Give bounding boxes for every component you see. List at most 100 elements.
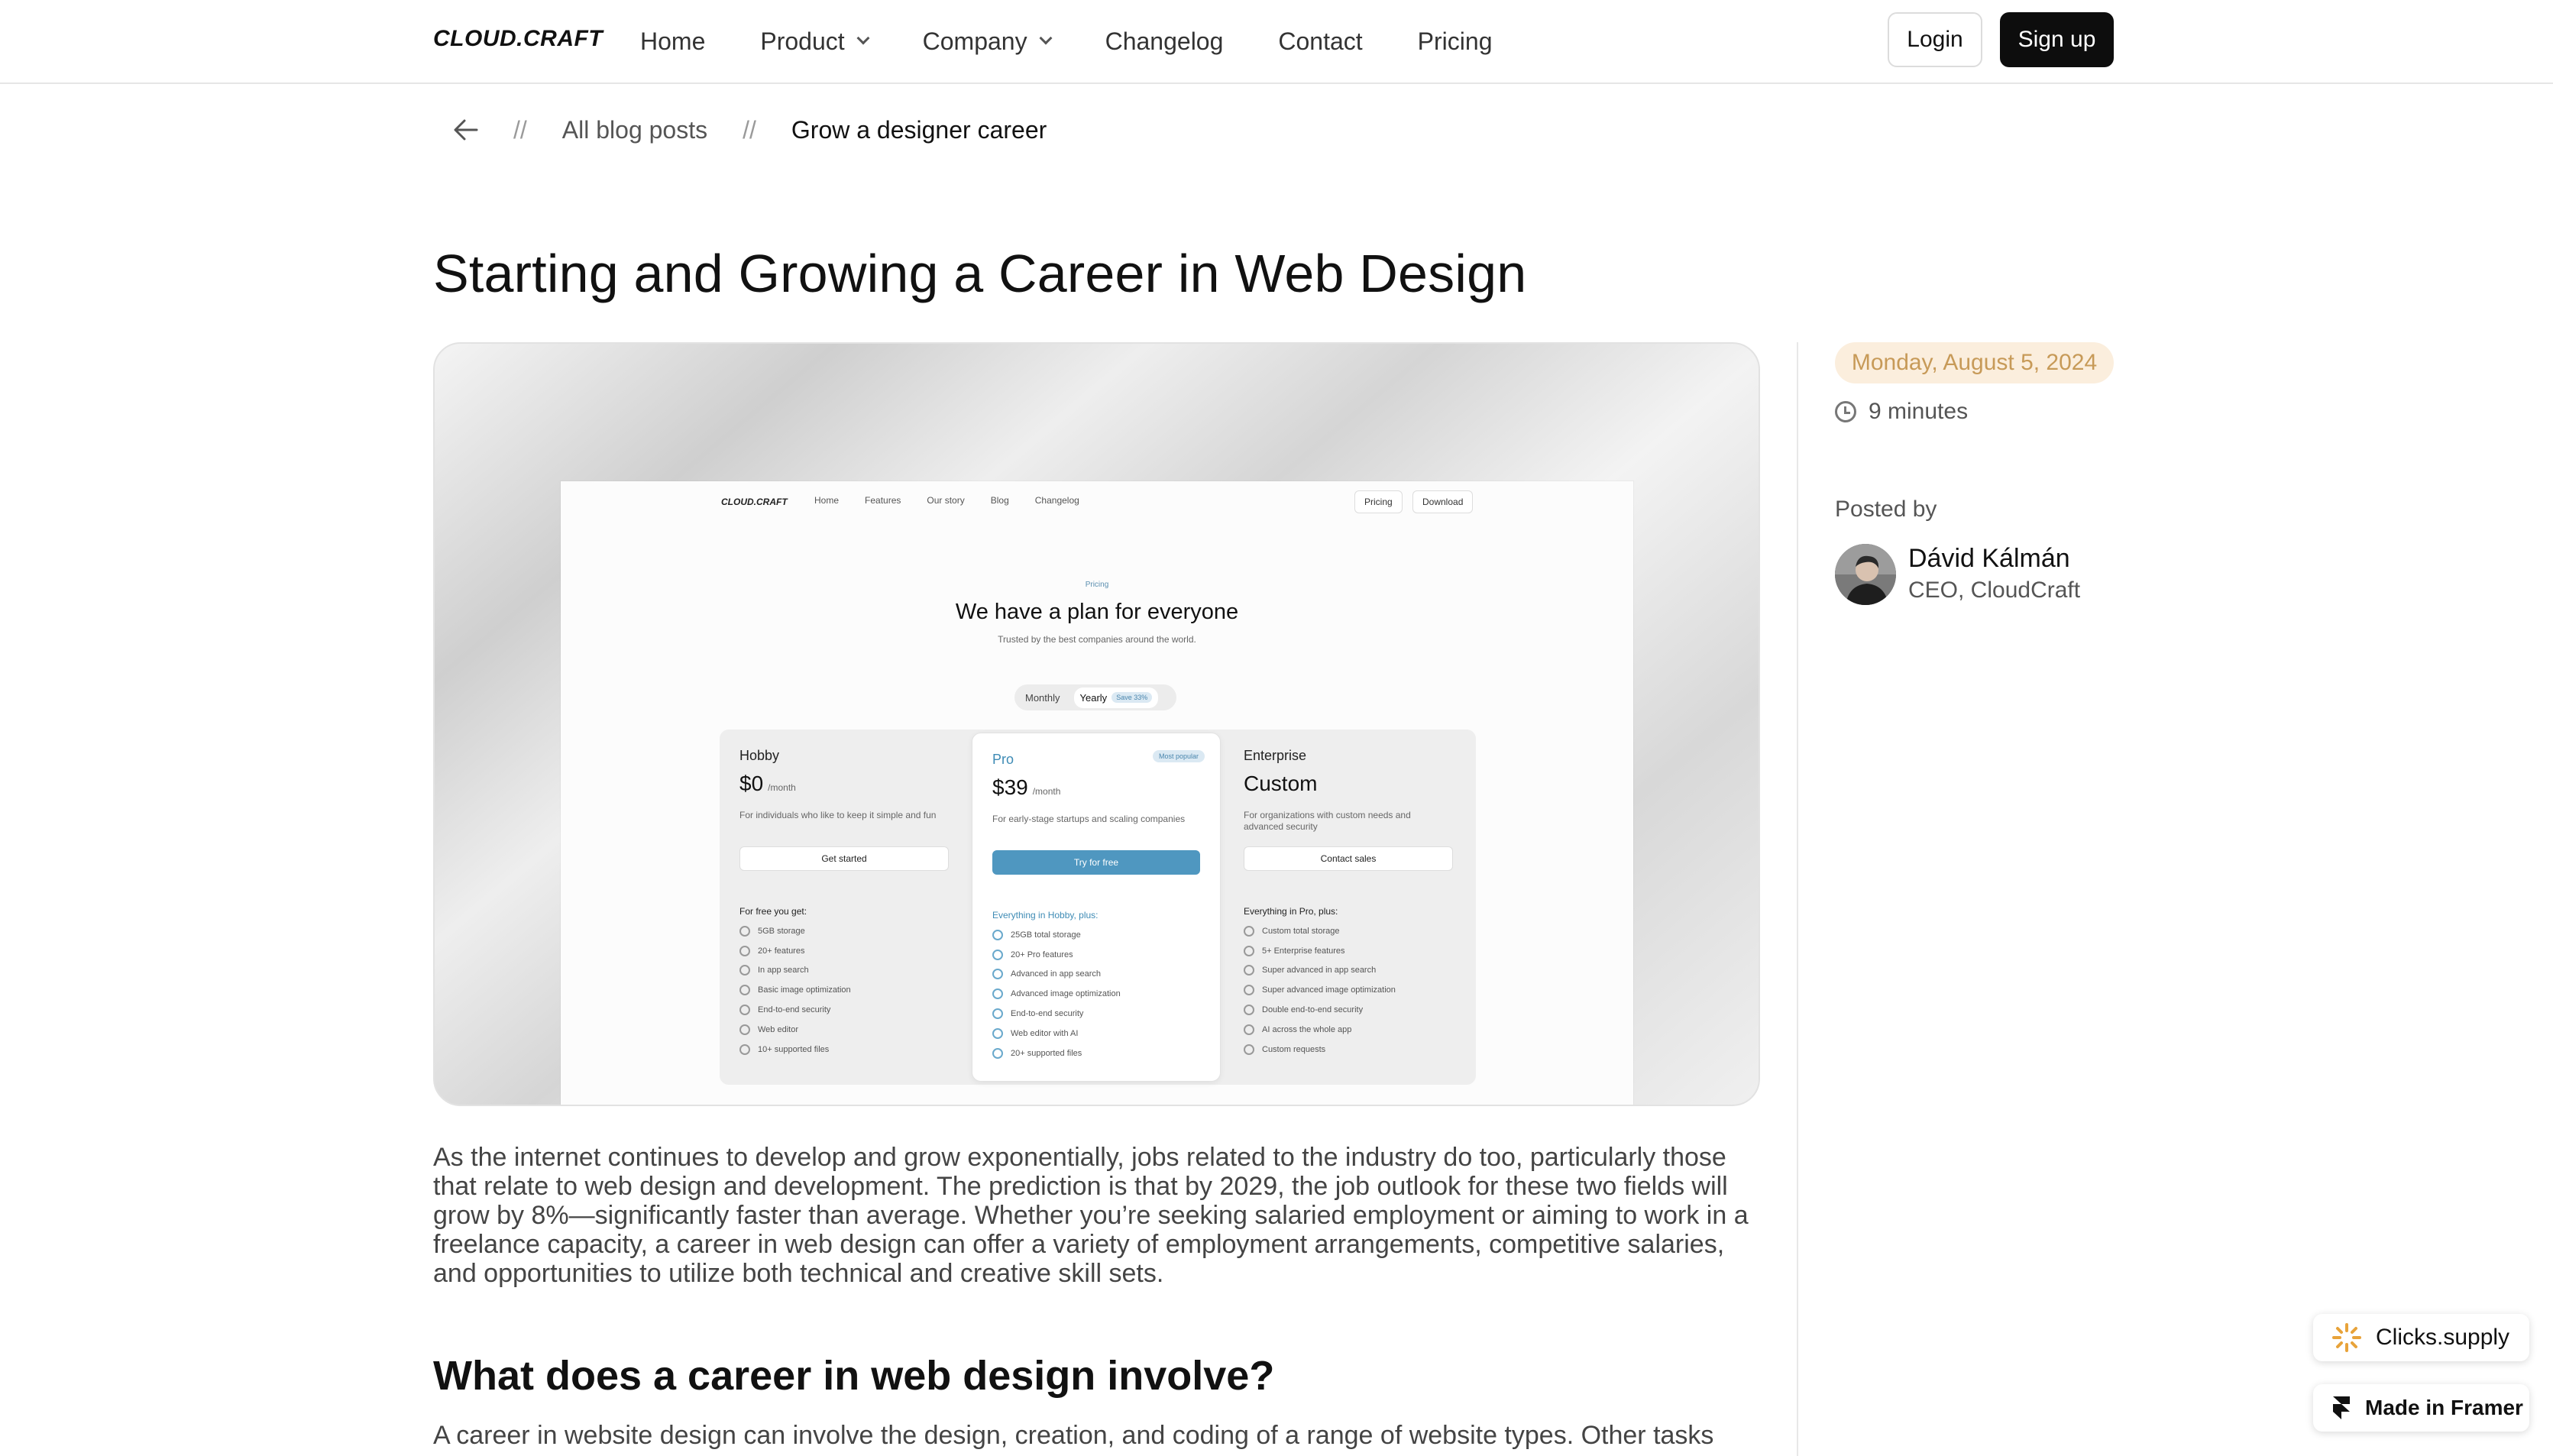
plan-feature: Super advanced in app search [1244, 961, 1453, 981]
mock-toggle-monthly: Monthly [1025, 691, 1060, 704]
pricing-page-screenshot: CLOUD.CRAFT Home Features Our story Blog… [561, 481, 1633, 1105]
plan-price-value: $39 [992, 775, 1028, 799]
plan-feature: End-to-end security [992, 1004, 1200, 1024]
plan-feature: 25GB total storage [992, 925, 1200, 945]
mock-logo: CLOUD.CRAFT [721, 497, 788, 507]
mock-plan-enterprise: Enterprise Custom For organizations with… [1224, 730, 1473, 1085]
chevron-down-icon [856, 31, 870, 45]
avatar [1835, 544, 1896, 605]
mock-save-badge: Save 33% [1111, 692, 1153, 703]
framer-logo-icon [2331, 1395, 2351, 1421]
plan-desc: For individuals who like to keep it simp… [739, 810, 937, 820]
made-in-framer-label: Made in Framer [2365, 1396, 2523, 1419]
nav-link-changelog[interactable]: Changelog [1105, 28, 1224, 56]
plan-period: /month [1032, 786, 1061, 797]
nav-link-label: Product [760, 27, 845, 55]
mock-subheading: Trusted by the best companies around the… [998, 634, 1196, 645]
clicks-supply-badge[interactable]: Clicks.supply [2313, 1314, 2529, 1361]
section-text: A career in website design can involve t… [433, 1421, 1714, 1450]
nav-link-contact[interactable]: Contact [1278, 28, 1362, 56]
author-role: CEO, CloudCraft [1908, 578, 2081, 603]
plan-button: Contact sales [1244, 846, 1453, 871]
breadcrumb-separator: // [513, 115, 527, 144]
signup-button[interactable]: Sign up [2000, 12, 2114, 67]
plan-features-head: Everything in Pro, plus: [1244, 906, 1338, 917]
arrow-left-icon[interactable] [454, 118, 478, 141]
plan-feature: AI across the whole app [1244, 1020, 1453, 1040]
nav-links: Home Product Company Changelog Contact P… [640, 0, 1547, 83]
publish-date-badge: Monday, August 5, 2024 [1835, 342, 2114, 383]
plan-button: Get started [739, 846, 949, 871]
plan-name: Hobby [739, 748, 780, 763]
nav-link-label: Contact [1278, 27, 1363, 55]
nav-link-pricing[interactable]: Pricing [1418, 28, 1493, 56]
breadcrumb-separator: // [743, 115, 756, 144]
article-title: Starting and Growing a Career in Web Des… [433, 244, 1527, 303]
read-time-label: 9 minutes [1869, 399, 1969, 424]
section-heading: What does a career in web design involve… [433, 1353, 1275, 1399]
mock-nav-link: Features [865, 495, 901, 506]
mock-nav-links: Home Features Our story Blog Changelog [814, 495, 1079, 506]
nav-dropdown-company[interactable]: Company [922, 27, 1053, 56]
author-name[interactable]: Dávid Kálmán [1908, 544, 2070, 574]
nav-link-label: Home [640, 27, 706, 55]
mock-nav-link: Our story [927, 495, 965, 506]
article-intro: As the internet continues to develop and… [433, 1143, 1749, 1288]
plan-feature: Custom total storage [1244, 921, 1453, 941]
chevron-down-icon [1039, 31, 1053, 45]
plan-features: 25GB total storage 20+ Pro features Adva… [992, 925, 1200, 1063]
nav-link-label: Company [922, 27, 1027, 55]
made-in-framer-badge[interactable]: Made in Framer [2313, 1384, 2529, 1432]
breadcrumb-all-posts[interactable]: All blog posts [562, 116, 707, 144]
plan-feature: Web editor with AI [992, 1024, 1200, 1043]
breadcrumb: // All blog posts // Grow a designer car… [454, 113, 1082, 147]
mock-plan-pro: Pro Most popular $39/month For early-sta… [972, 733, 1221, 1082]
mock-plans: Hobby $0/month For individuals who like … [720, 730, 1476, 1085]
plan-feature: Advanced image optimization [992, 984, 1200, 1004]
hero-image: CLOUD.CRAFT Home Features Our story Blog… [433, 342, 1760, 1106]
login-button[interactable]: Login [1888, 12, 1982, 67]
plan-feature: End-to-end security [739, 1000, 949, 1020]
mock-heading: We have a plan for everyone [955, 600, 1239, 624]
plan-desc: For organizations with custom needs and … [1244, 810, 1411, 832]
nav-link-label: Pricing [1417, 27, 1493, 55]
plan-tag: Most popular [1152, 750, 1205, 762]
plan-feature: In app search [739, 961, 949, 981]
plan-period: /month [768, 782, 796, 793]
plan-feature: Basic image optimization [739, 980, 949, 1000]
posted-by-label: Posted by [1835, 497, 1937, 522]
plan-price-value: $0 [739, 772, 764, 795]
plan-feature: 5+ Enterprise features [1244, 941, 1453, 961]
plan-feature: 10+ supported files [739, 1040, 949, 1060]
plan-features-head: For free you get: [739, 906, 807, 917]
mock-download-button: Download [1412, 490, 1474, 513]
mock-eyebrow: Pricing [1085, 581, 1109, 589]
plan-feature: 20+ supported files [992, 1043, 1200, 1063]
mock-plan-hobby: Hobby $0/month For individuals who like … [720, 730, 969, 1085]
plan-feature: 5GB storage [739, 921, 949, 941]
site-logo[interactable]: CLOUD.CRAFT [433, 26, 603, 52]
plan-feature: Super advanced image optimization [1244, 980, 1453, 1000]
plan-name: Enterprise [1244, 748, 1307, 763]
plan-feature: Double end-to-end security [1244, 1000, 1453, 1020]
plan-price: Custom [1244, 772, 1453, 796]
plan-features-head: Everything in Hobby, plus: [992, 910, 1099, 921]
plan-button: Try for free [992, 850, 1200, 875]
mock-toggle-yearly-label: Yearly [1079, 691, 1108, 704]
plan-price: $0/month [739, 772, 949, 796]
mock-pricing-button: Pricing [1354, 490, 1403, 513]
sparkle-icon [2331, 1322, 2362, 1353]
nav-dropdown-product[interactable]: Product [760, 27, 870, 56]
plan-feature: Advanced in app search [992, 965, 1200, 985]
plan-price: $39/month [992, 775, 1200, 800]
plan-feature: 20+ features [739, 941, 949, 961]
nav-link-label: Changelog [1105, 27, 1224, 55]
mock-nav-link: Changelog [1034, 495, 1079, 506]
mock-billing-toggle: Monthly Yearly Save 33% [1014, 684, 1176, 710]
plan-feature: Web editor [739, 1020, 949, 1040]
plan-feature: Custom requests [1244, 1040, 1453, 1060]
mock-toggle-yearly: Yearly Save 33% [1073, 687, 1159, 708]
nav-link-home[interactable]: Home [640, 28, 705, 56]
clicks-supply-label: Clicks.supply [2376, 1325, 2510, 1350]
top-navigation: CLOUD.CRAFT Home Product Company Changel… [0, 0, 2553, 84]
